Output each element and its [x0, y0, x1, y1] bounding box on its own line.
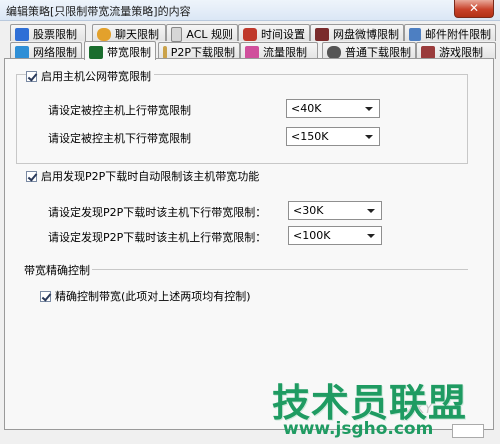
acl-icon: [171, 26, 183, 42]
host-upload-value: <40K: [291, 102, 322, 115]
tab-row-1: 股票限制 聊天限制 ACL 规则 时间设置 网盘微博限制 邮件附件限制: [4, 24, 496, 42]
bandwidth-icon: [89, 45, 103, 59]
tab-label: 股票限制: [33, 28, 77, 41]
host-upload-select[interactable]: <40K: [286, 99, 380, 118]
p2p-download-select[interactable]: <30K: [288, 201, 382, 220]
precise-control-label: 精确控制带宽(此项对上述两项均有控制): [55, 290, 251, 303]
tab-bandwidth-limit[interactable]: 带宽限制: [84, 41, 156, 60]
clock-icon: [243, 27, 257, 41]
watermark-url: www.jsgho.com: [283, 419, 434, 439]
network-icon: [15, 45, 29, 59]
window-title: 编辑策略[只限制带宽流量策略]的内容: [6, 5, 191, 18]
tab-acl-rules[interactable]: ACL 规则: [166, 24, 238, 42]
chevron-down-icon: [365, 107, 373, 111]
tab-network-limit[interactable]: 网络限制: [10, 42, 82, 59]
chat-icon: [97, 27, 111, 41]
host-download-select[interactable]: <150K: [286, 127, 380, 146]
host-download-value: <150K: [291, 130, 329, 143]
chevron-down-icon: [367, 209, 375, 213]
chevron-down-icon: [367, 234, 375, 238]
p2p-upload-select[interactable]: <100K: [288, 226, 382, 245]
host-bandwidth-checkbox[interactable]: [26, 70, 37, 82]
tab-chat-limit[interactable]: 聊天限制: [92, 24, 166, 41]
game-icon: [421, 45, 435, 59]
tab-traffic-limit[interactable]: 流量限制: [240, 42, 318, 59]
traffic-icon: [245, 45, 259, 59]
p2p-icon: [163, 45, 167, 59]
precise-control-section-label: 带宽精确控制: [24, 264, 90, 277]
host-bandwidth-toggle[interactable]: 启用主机公网带宽限制: [26, 68, 154, 84]
p2p-upload-value: <100K: [293, 229, 331, 242]
host-download-label: 请设定被控主机下行带宽限制: [48, 132, 191, 145]
tab-time-settings[interactable]: 时间设置: [238, 24, 310, 41]
tab-label: 邮件附件限制: [425, 28, 491, 41]
host-bandwidth-label: 启用主机公网带宽限制: [41, 70, 151, 83]
p2p-download-label: 请设定发现P2P下载时该主机下行带宽限制：: [48, 206, 267, 219]
netdisk-icon: [315, 27, 329, 41]
p2p-bandwidth-label: 启用发现P2P下载时自动限制该主机带宽功能: [41, 170, 260, 183]
tab-label: 网盘微博限制: [333, 28, 399, 41]
p2p-bandwidth-checkbox[interactable]: [26, 170, 37, 182]
precise-control-checkbox[interactable]: [40, 290, 51, 302]
host-bandwidth-group: [16, 74, 468, 164]
tab-mail-attachment-limit[interactable]: 邮件附件限制: [404, 24, 496, 41]
tab-label: 时间设置: [261, 28, 305, 41]
tab-label: 带宽限制: [107, 46, 151, 59]
tab-stock-limit[interactable]: 股票限制: [10, 24, 86, 41]
stock-icon: [15, 27, 29, 41]
bottom-button[interactable]: [452, 424, 484, 438]
tab-p2p-download-limit[interactable]: P2P下载限制: [158, 42, 240, 59]
p2p-upload-label: 请设定发现P2P下载时该主机上行带宽限制：: [48, 231, 267, 244]
title-bar: 编辑策略[只限制带宽流量策略]的内容 ✕: [0, 0, 500, 21]
download-icon: [327, 45, 341, 59]
p2p-bandwidth-toggle[interactable]: 启用发现P2P下载时自动限制该主机带宽功能: [26, 168, 263, 184]
close-button[interactable]: ✕: [454, 0, 494, 18]
host-upload-label: 请设定被控主机上行带宽限制: [48, 104, 191, 117]
chevron-down-icon: [365, 135, 373, 139]
precise-control-toggle[interactable]: 精确控制带宽(此项对上述两项均有控制): [40, 288, 254, 304]
tab-netdisk-limit[interactable]: 网盘微博限制: [310, 24, 404, 41]
section-divider: [92, 269, 468, 270]
tab-normal-download-limit[interactable]: 普通下载限制: [322, 42, 416, 59]
tab-game-limit[interactable]: 游戏限制: [416, 42, 496, 59]
p2p-download-value: <30K: [293, 204, 324, 217]
mail-icon: [409, 27, 421, 41]
tab-label: 聊天限制: [115, 28, 159, 41]
tab-label: ACL 规则: [186, 28, 233, 41]
